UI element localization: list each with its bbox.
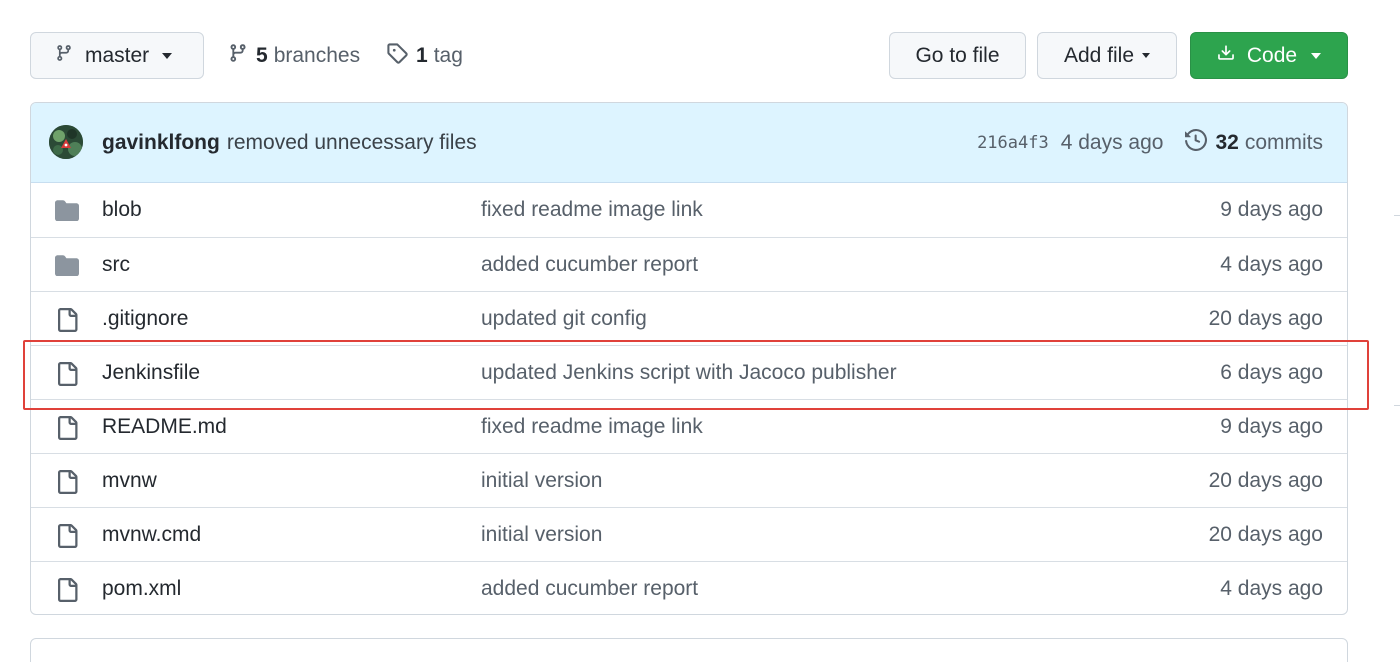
add-file-label: Add file (1063, 43, 1135, 67)
sidebar-divider (1394, 405, 1400, 406)
file-age: 9 days ago (1220, 414, 1323, 438)
commit-sha[interactable]: 216a4f3 (977, 133, 1049, 153)
file-list: blob fixed readme image link 9 days ago … (31, 183, 1347, 614)
tags-label: tag (433, 43, 463, 67)
sidebar-fragment: ​ (1394, 42, 1400, 66)
file-name[interactable]: Jenkinsfile (102, 361, 200, 385)
file-age: 20 days ago (1208, 306, 1323, 330)
file-name[interactable]: src (102, 253, 130, 277)
commit-age: 4 days ago (1060, 131, 1164, 154)
file-commit-message[interactable]: fixed readme image link (481, 415, 703, 439)
git-branch-icon (228, 42, 248, 70)
history-icon (1185, 128, 1208, 157)
commit-message[interactable]: removed unnecessary files (227, 131, 477, 155)
file-commit-message[interactable]: initial version (481, 523, 602, 547)
latest-commit-bar: gavinklfong removed unnecessary files 21… (31, 103, 1347, 183)
file-name[interactable]: blob (102, 198, 142, 222)
commit-summary: gavinklfong removed unnecessary files (102, 103, 477, 183)
commit-author[interactable]: gavinklfong (102, 131, 220, 155)
tags-link[interactable]: 1 tag (386, 32, 463, 79)
file-row-mvnw-cmd[interactable]: mvnw.cmd initial version 20 days ago (31, 507, 1347, 561)
code-button[interactable]: Code (1190, 32, 1348, 79)
git-branch-icon (55, 42, 73, 70)
tag-icon (386, 42, 408, 70)
file-commit-message[interactable]: updated Jenkins script with Jacoco publi… (481, 361, 897, 385)
file-age: 4 days ago (1220, 252, 1323, 276)
file-age: 20 days ago (1208, 468, 1323, 492)
file-age: 6 days ago (1220, 360, 1323, 384)
folder-icon (55, 254, 79, 277)
file-row-jenkinsfile[interactable]: Jenkinsfile updated Jenkins script with … (31, 345, 1347, 399)
file-name[interactable]: mvnw (102, 469, 157, 493)
branch-select-button[interactable]: master (30, 32, 204, 79)
file-row-readme[interactable]: README.md fixed readme image link 9 days… (31, 399, 1347, 453)
file-name[interactable]: pom.xml (102, 577, 181, 601)
commits-count: 32 (1215, 131, 1239, 154)
file-row-pom[interactable]: pom.xml added cucumber report 4 days ago (31, 561, 1347, 614)
download-icon (1217, 43, 1235, 69)
file-commit-message[interactable]: initial version (481, 469, 602, 493)
avatar[interactable] (49, 125, 83, 159)
file-age: 9 days ago (1220, 198, 1323, 221)
file-icon (55, 524, 79, 548)
branches-count: 5 (256, 43, 268, 67)
go-to-file-button[interactable]: Go to file (889, 32, 1026, 79)
repo-toolbar: master 5 branches 1 tag Go to file Add f… (30, 32, 1348, 79)
branch-name: master (85, 43, 150, 67)
file-row-gitignore[interactable]: .gitignore updated git config 20 days ag… (31, 291, 1347, 345)
file-icon (55, 416, 79, 440)
chevron-down-icon (162, 52, 173, 59)
file-icon (55, 362, 79, 386)
file-name[interactable]: README.md (102, 415, 227, 439)
file-browser: gavinklfong removed unnecessary files 21… (30, 102, 1348, 615)
file-row-src[interactable]: src added cucumber report 4 days ago (31, 237, 1347, 291)
add-file-button[interactable]: Add file (1037, 32, 1177, 79)
file-commit-message[interactable]: updated git config (481, 307, 647, 331)
commits-label: commits (1244, 131, 1323, 154)
chevron-down-icon (1311, 52, 1322, 59)
sidebar-divider (1394, 215, 1400, 216)
file-name[interactable]: mvnw.cmd (102, 523, 201, 547)
branches-link[interactable]: 5 branches (228, 32, 360, 79)
code-label: Code (1246, 43, 1298, 67)
file-icon (55, 470, 79, 494)
file-row-blob[interactable]: blob fixed readme image link 9 days ago (31, 183, 1347, 237)
file-commit-message[interactable]: added cucumber report (481, 577, 698, 601)
file-icon (55, 578, 79, 602)
file-commit-message[interactable]: fixed readme image link (481, 198, 703, 222)
file-row-mvnw[interactable]: mvnw initial version 20 days ago (31, 453, 1347, 507)
readme-panel (30, 638, 1348, 662)
commit-details: 216a4f3 4 days ago 32 commits (977, 103, 1323, 183)
chevron-down-icon (1142, 53, 1151, 58)
file-name[interactable]: .gitignore (102, 307, 188, 331)
folder-icon (55, 199, 79, 222)
file-age: 4 days ago (1220, 576, 1323, 600)
file-icon (55, 308, 79, 332)
file-commit-message[interactable]: added cucumber report (481, 253, 698, 277)
file-age: 20 days ago (1208, 522, 1323, 546)
go-to-file-label: Go to file (915, 43, 1000, 67)
branches-label: branches (273, 43, 361, 67)
commits-history-link[interactable]: 32 commits (1185, 128, 1323, 157)
tags-count: 1 (416, 43, 428, 67)
